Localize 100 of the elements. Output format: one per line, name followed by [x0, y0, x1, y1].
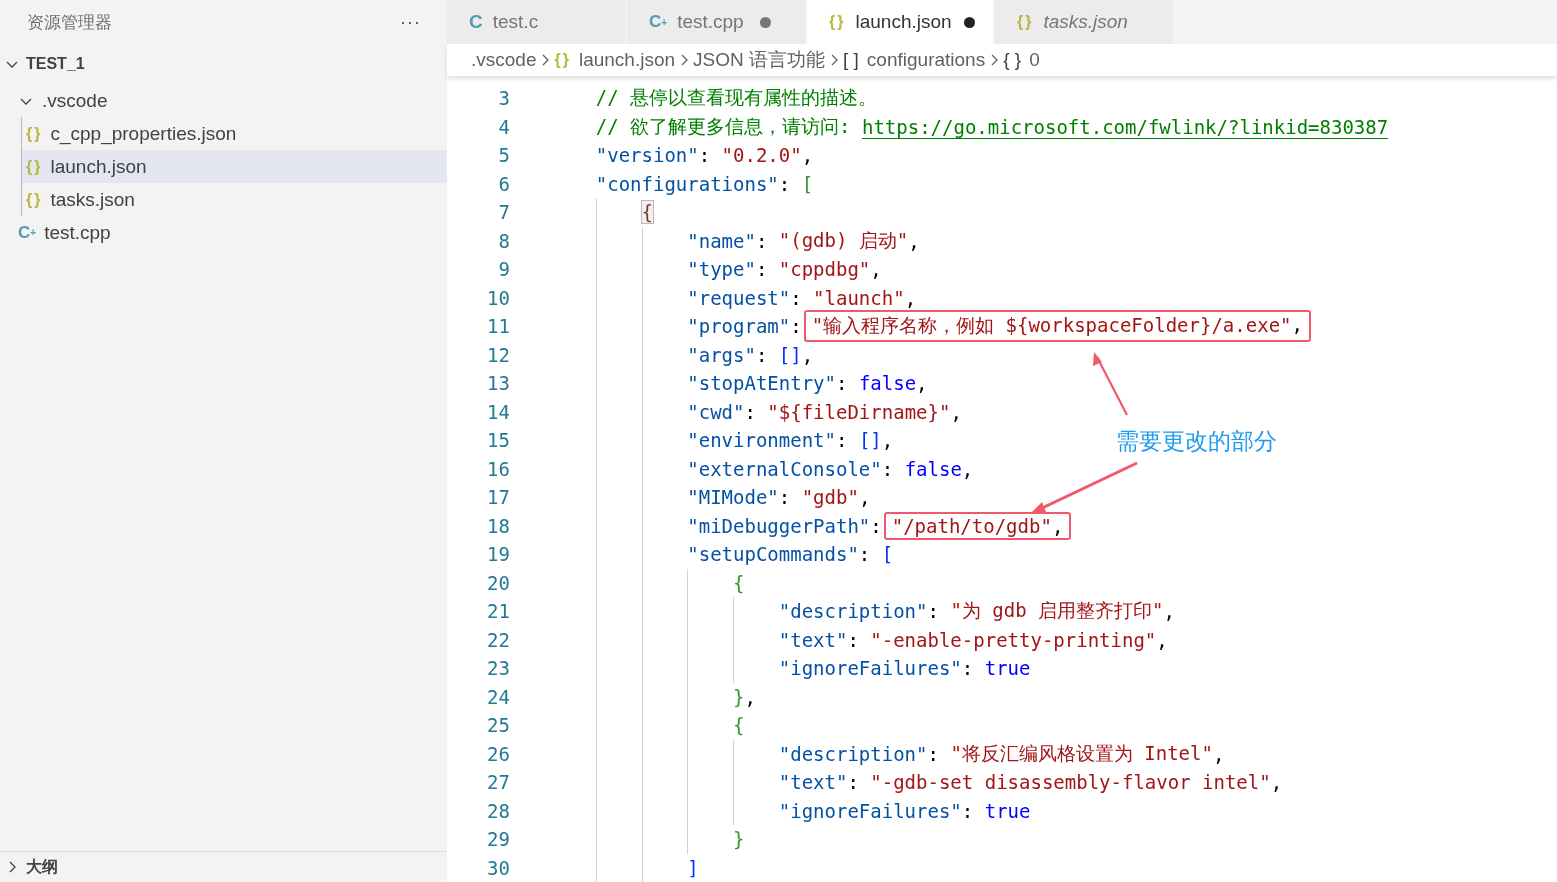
- editor-tab[interactable]: {} launch.json: [807, 0, 993, 45]
- tab-label: tasks.json: [1043, 11, 1128, 34]
- tree-item[interactable]: {} tasks.json: [22, 183, 447, 216]
- braces-icon: {}: [26, 157, 43, 176]
- json-key: "args": [687, 343, 756, 366]
- json-string: "将反汇编风格设置为 Intel": [950, 740, 1213, 766]
- line-number: 9: [497, 258, 511, 281]
- breadcrumb-item[interactable]: 0: [1029, 49, 1040, 72]
- line-number: 28: [486, 799, 511, 822]
- line-number: 21: [486, 600, 511, 623]
- code-bracket: []: [858, 429, 882, 452]
- code-punctuation: :: [698, 144, 711, 167]
- code-punctuation: :: [927, 742, 939, 765]
- section-title: 大纲: [26, 856, 58, 877]
- code-punctuation: :: [961, 799, 974, 822]
- code-punctuation: :: [847, 628, 859, 651]
- line-number: 14: [486, 400, 511, 423]
- code-punctuation: ,: [801, 144, 814, 167]
- code-punctuation: ,: [904, 286, 917, 309]
- code-punctuation: ,: [881, 429, 894, 452]
- line-number: 24: [486, 685, 511, 708]
- json-key: "description": [778, 600, 928, 623]
- code-punctuation: :: [790, 315, 802, 338]
- breadcrumb-item[interactable]: launch.json: [578, 49, 676, 72]
- breadcrumb-item[interactable]: JSON 语言功能: [693, 47, 825, 74]
- code-punctuation: :: [835, 372, 848, 395]
- line-number: 5: [497, 144, 511, 167]
- editor-tab[interactable]: {} tasks.json: [995, 0, 1173, 45]
- code-bracket: [: [801, 172, 814, 195]
- code-bracket: []: [778, 343, 802, 366]
- json-string: "launch": [813, 286, 905, 309]
- line-number: 7: [497, 201, 511, 224]
- line-number: 30: [486, 856, 511, 879]
- code-punctuation: :: [881, 457, 894, 480]
- file-name: tasks.json: [50, 188, 135, 211]
- section-header[interactable]: 大纲: [0, 851, 447, 882]
- c-file-icon: C: [469, 11, 483, 34]
- section-header[interactable]: TEST_1: [0, 44, 447, 84]
- tree-item[interactable]: {} launch.json: [22, 150, 447, 183]
- code-punctuation: :: [858, 543, 871, 566]
- tree-item[interactable]: .vscode: [0, 84, 447, 117]
- json-key: "ignoreFailures": [778, 799, 962, 822]
- tab-label: test.c: [492, 11, 539, 34]
- code-punctuation: ,: [744, 685, 756, 708]
- line-number: 27: [486, 771, 511, 794]
- code-punctuation: ,: [801, 343, 814, 366]
- code-comment: // 欲了解更多信息，请访问:: [595, 113, 852, 139]
- json-string: "(gdb) 启动": [778, 227, 909, 253]
- line-number: 4: [497, 115, 511, 138]
- code-link[interactable]: https://go.microsoft.com/fwlink/?linkid=830387: [861, 115, 1389, 138]
- json-string: "gdb": [801, 486, 859, 509]
- code-punctuation: :: [790, 286, 802, 309]
- line-number: 3: [497, 87, 511, 110]
- code-punctuation: :: [847, 771, 859, 794]
- json-literal: false: [904, 457, 962, 480]
- tab-label: launch.json: [855, 11, 952, 34]
- code-bracket: {: [733, 714, 745, 737]
- file-name: launch.json: [50, 155, 147, 178]
- object-icon: { }: [1003, 49, 1022, 72]
- json-key: "text": [778, 628, 848, 651]
- line-number: 17: [486, 486, 511, 509]
- breadcrumb-item[interactable]: .vscode: [471, 49, 537, 72]
- line-number: 12: [486, 343, 511, 366]
- json-string: "-enable-pretty-printing": [870, 628, 1157, 651]
- line-number: 19: [486, 543, 511, 566]
- braces-icon: {}: [26, 190, 43, 209]
- code-bracket: [: [881, 543, 894, 566]
- code-punctuation: :: [961, 657, 974, 680]
- file-name: test.cpp: [44, 221, 111, 244]
- json-key: "description": [778, 742, 928, 765]
- line-number: 20: [486, 571, 511, 594]
- code-punctuation: :: [755, 229, 768, 252]
- json-string: "0.2.0": [721, 144, 802, 167]
- line-number: 16: [486, 457, 511, 480]
- code-punctuation: ,: [1156, 628, 1168, 651]
- breadcrumb-item[interactable]: configurations: [866, 49, 986, 72]
- line-number: 15: [486, 429, 511, 452]
- json-string: "${fileDirname}": [767, 400, 951, 423]
- json-key: "environment": [687, 429, 836, 452]
- braces-icon: {}: [26, 124, 43, 143]
- json-key: "configurations": [595, 172, 779, 195]
- line-number: 13: [486, 372, 511, 395]
- editor-tab[interactable]: C test.c: [447, 0, 625, 45]
- code-comment: // 悬停以查看现有属性的描述。: [595, 85, 878, 111]
- json-string: "/path/to/gdb": [891, 514, 1052, 537]
- code-punctuation: :: [755, 343, 768, 366]
- more-actions-button[interactable]: ···: [400, 11, 421, 33]
- sidebar-title: 资源管理器: [27, 11, 112, 34]
- section-title: TEST_1: [26, 55, 85, 73]
- file-name: c_cpp_properties.json: [50, 122, 237, 145]
- code-bracket: {: [733, 571, 745, 594]
- tab-label: test.cpp: [677, 11, 744, 34]
- json-string: "cppdbg": [778, 258, 871, 281]
- json-string: "输入程序名称，例如 ${workspaceFolder}/a.exe": [811, 313, 1292, 339]
- annotation-label: 需要更改的部分: [1116, 427, 1277, 456]
- tree-item[interactable]: {} c_cpp_properties.json: [22, 117, 447, 150]
- line-number: 26: [486, 742, 511, 765]
- json-key: "miDebuggerPath": [687, 514, 871, 537]
- code-punctuation: :: [755, 258, 768, 281]
- code-punctuation: ,: [950, 400, 962, 423]
